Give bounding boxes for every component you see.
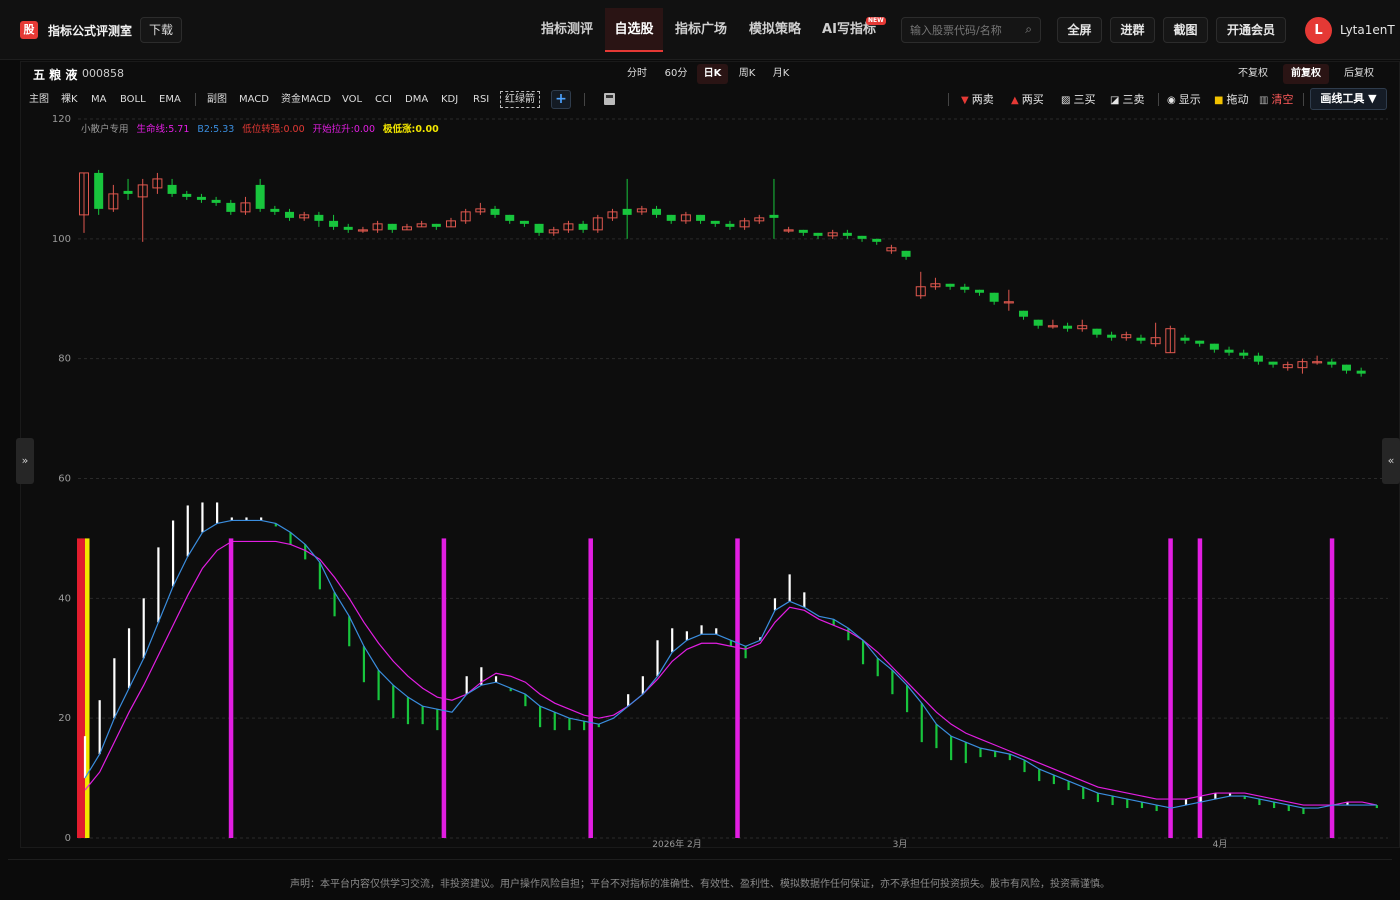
- candle-body: [534, 223, 544, 233]
- candle-body: [387, 223, 397, 230]
- x-tick-label: 4月: [1213, 839, 1228, 850]
- candle-body: [285, 211, 295, 218]
- candle-body: [872, 238, 882, 242]
- legend-item: 低位转强:0.00: [242, 123, 304, 135]
- signal-bar: [735, 538, 740, 838]
- candlesticks: [79, 169, 1366, 377]
- indicator-lines: [84, 519, 1377, 809]
- candle-body: [1195, 340, 1205, 344]
- y-axis-labels: 120 100 80 60 40 20 0: [52, 114, 71, 844]
- signal-bar: [228, 538, 234, 838]
- candle-body: [1224, 349, 1234, 353]
- x-tick-label: 3月: [893, 839, 908, 850]
- y-tick-label: 80: [58, 354, 71, 365]
- candle-body: [974, 289, 984, 293]
- candle-body: [622, 208, 632, 215]
- signal-bar: [588, 538, 593, 838]
- candle-body: [989, 292, 999, 302]
- candle-body: [505, 214, 515, 221]
- candle-body: [960, 286, 970, 290]
- signal-bar: [441, 538, 447, 838]
- candle-body: [1253, 355, 1263, 362]
- candle-body: [329, 220, 339, 227]
- candle-body: [1107, 334, 1117, 338]
- candle-body: [270, 208, 280, 212]
- candle-body: [813, 232, 823, 236]
- candle-body: [490, 208, 500, 215]
- kline-chart[interactable]: 120 100 80 60 40 20 0 2026年 2月 3月 4月 小散户专用 生命线:5.…: [0, 0, 1400, 860]
- signal-bar: [1168, 538, 1173, 838]
- candle-body: [1063, 325, 1073, 329]
- candle-body: [182, 193, 192, 197]
- candle-body: [696, 214, 706, 221]
- legend-item: 生命线:5.71: [137, 123, 190, 135]
- x-axis-labels: 2026年 2月 3月 4月: [652, 838, 1227, 850]
- candle-body: [710, 220, 720, 224]
- candle-body: [1019, 310, 1029, 317]
- y-tick-label: 60: [58, 474, 71, 485]
- legend-item: 开始拉升:0.00: [313, 123, 375, 135]
- candle-body: [1327, 361, 1337, 365]
- candle-body: [652, 208, 662, 215]
- candle-body: [226, 202, 236, 212]
- legend-item: B2:5.33: [197, 124, 234, 135]
- y-tick-label: 20: [58, 713, 71, 724]
- candle-body: [196, 196, 206, 200]
- indicator-legend: 小散户专用 生命线:5.71 B2:5.33 低位转强:0.00 开始拉升:0.00 极低…: [81, 123, 439, 135]
- signal-bar: [1197, 538, 1203, 838]
- y-tick-label: 120: [52, 114, 71, 125]
- candle-body: [842, 232, 852, 236]
- candle-body: [343, 226, 353, 230]
- candle-body: [1356, 370, 1366, 374]
- candle-body: [1092, 328, 1102, 335]
- candle-body: [314, 214, 324, 221]
- candle-body: [1268, 361, 1278, 365]
- candle-body: [901, 250, 911, 257]
- candle-body: [857, 235, 867, 239]
- candle-body: [431, 223, 441, 227]
- signal-bar: [77, 538, 82, 838]
- footer-divider: [8, 859, 1392, 860]
- disclaimer-text: 声明：本平台内容仅供学习交流，非投资建议。用户操作风险自担；平台不对指标的准确性…: [290, 879, 1110, 890]
- candle-body: [1180, 337, 1190, 341]
- candle-body: [1033, 319, 1043, 326]
- candle-body: [666, 214, 676, 221]
- expand-right-handle[interactable]: «: [1382, 438, 1400, 484]
- signal-bars: [77, 538, 1335, 838]
- y-tick-label: 40: [58, 593, 71, 604]
- candle-body: [1239, 352, 1249, 356]
- candle-body: [1209, 343, 1219, 350]
- candle-body: [798, 229, 808, 233]
- expand-left-handle[interactable]: »: [16, 438, 34, 484]
- x-tick-label: 2026年 2月: [652, 838, 702, 850]
- b2-series: [84, 519, 1377, 809]
- candle-body: [1341, 364, 1351, 371]
- sub-indicator-bars: [83, 502, 1378, 815]
- candle-body: [725, 223, 735, 227]
- legend-item: 小散户专用: [81, 123, 129, 135]
- lifeline-series: [84, 540, 1377, 806]
- y-tick-label: 0: [65, 833, 71, 844]
- y-tick-label: 100: [52, 234, 71, 245]
- candle-body: [578, 223, 588, 230]
- candle-body: [211, 199, 221, 203]
- signal-bar: [1329, 538, 1335, 838]
- candle-body: [769, 214, 779, 218]
- legend-item: 极低涨:0.00: [383, 123, 439, 135]
- candle-body: [94, 172, 104, 209]
- candle-body: [255, 184, 265, 209]
- candle-body: [123, 190, 133, 194]
- candle-body: [1136, 337, 1146, 341]
- candle-body: [519, 220, 529, 224]
- signal-bar: [81, 538, 86, 838]
- candle-body: [945, 283, 955, 287]
- signal-bar: [85, 538, 90, 838]
- candle-body: [167, 184, 177, 194]
